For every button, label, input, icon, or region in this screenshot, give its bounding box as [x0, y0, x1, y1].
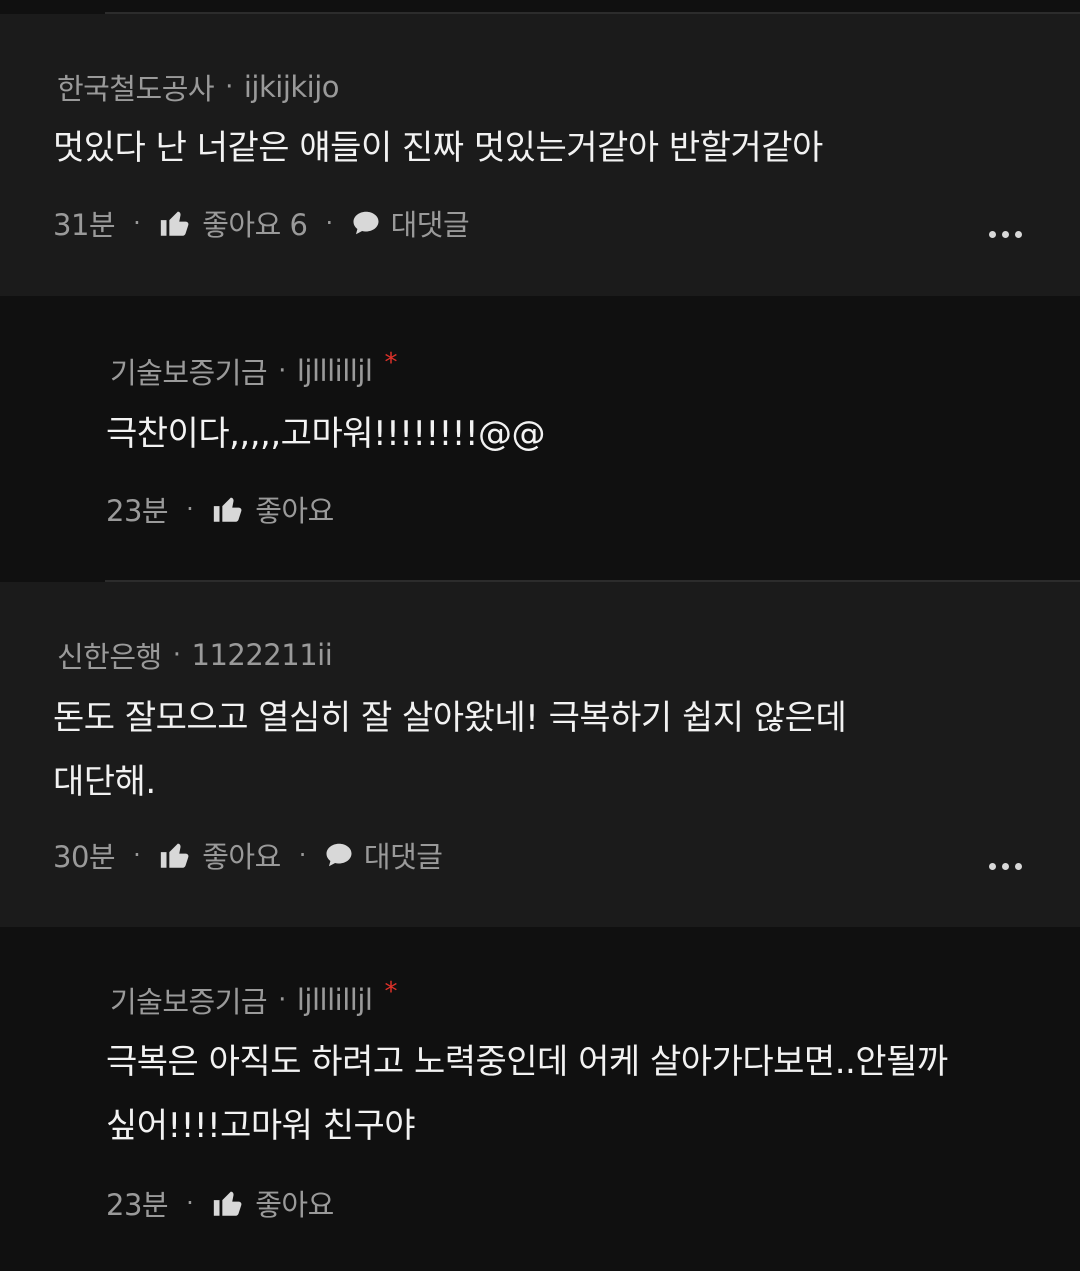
- timestamp: 23분: [106, 494, 169, 528]
- comment-line: 멋있다 난 너같은 얘들이 진짜 멋있는거같아 반할거같아: [53, 128, 823, 168]
- thumbs-up-icon: [158, 838, 192, 872]
- author-username[interactable]: ljlllilljl: [297, 354, 373, 388]
- comment-line: 싶어!!!!고마워 친구야: [106, 1106, 416, 1146]
- separator-dot: ·: [225, 72, 233, 102]
- comment-text: 멋있다 난 너같은 얘들이 진짜 멋있는거같아 반할거같아: [53, 116, 823, 180]
- author-name[interactable]: 한국철도공사: [57, 66, 215, 108]
- comment-item: 신한은행 · 1122211ii 돈도 잘모으고 열심히 잘 살아왔네! 극복하…: [0, 582, 1080, 927]
- author-mark: *: [384, 348, 397, 378]
- thumbs-up-icon: [211, 1186, 245, 1220]
- like-button[interactable]: 좋아요: [158, 834, 281, 876]
- thumbs-up-icon: [158, 206, 192, 240]
- separator-dot: ·: [133, 209, 141, 237]
- timestamp: 31분: [53, 208, 116, 242]
- author-name[interactable]: 신한은행: [57, 634, 162, 676]
- separator-dot: ·: [186, 495, 194, 523]
- like-label: 좋아요: [255, 494, 334, 528]
- comment-header: 기술보증기금 · ljlllilljl *: [110, 977, 397, 1021]
- reply-button[interactable]: 대댓글: [324, 834, 443, 876]
- separator-dot: ·: [186, 1189, 194, 1217]
- timestamp: 23분: [106, 1188, 169, 1222]
- author-username[interactable]: ijkijkijo: [244, 70, 340, 104]
- comment-line: 돈도 잘모으고 열심히 잘 살아왔네! 극복하기 쉽지 않은데: [53, 698, 847, 738]
- separator-dot: ·: [325, 209, 333, 237]
- author-name[interactable]: 기술보증기금: [110, 979, 268, 1021]
- separator-dot: ·: [278, 356, 286, 386]
- comment-item: 한국철도공사 · ijkijkijo 멋있다 난 너같은 얘들이 진짜 멋있는거…: [0, 14, 1080, 296]
- comment-text: 극복은 아직도 하려고 노력중인데 어케 살아가다보면..안될까 싶어!!!!고…: [106, 1030, 948, 1158]
- author-username[interactable]: 1122211ii: [192, 638, 333, 672]
- more-horizontal-icon: [989, 863, 996, 870]
- like-label: 좋아요: [255, 1188, 334, 1222]
- comment-line: 대단해.: [53, 762, 156, 802]
- like-button[interactable]: 좋아요 6: [158, 202, 308, 244]
- like-label: 좋아요: [202, 840, 281, 874]
- like-label: 좋아요 6: [202, 208, 308, 242]
- like-button[interactable]: 좋아요: [211, 1182, 334, 1224]
- comment-text: 극찬이다,,,,,고마워!!!!!!!!@@: [106, 402, 546, 466]
- reply-label: 대댓글: [363, 840, 443, 874]
- speech-bubble-icon: [324, 840, 354, 870]
- separator-dot: ·: [298, 841, 307, 869]
- like-button[interactable]: 좋아요: [211, 488, 334, 530]
- comment-actions: 30분 · 좋아요 · 대댓글: [53, 834, 443, 876]
- comment-actions: 23분 · 좋아요: [106, 488, 334, 530]
- more-options-button[interactable]: [989, 231, 1022, 238]
- reply-label: 대댓글: [390, 208, 470, 242]
- comment-actions: 31분 · 좋아요 6 · 대댓글: [53, 202, 470, 244]
- speech-bubble-icon: [351, 208, 381, 238]
- author-username[interactable]: ljlllilljl: [297, 983, 373, 1017]
- reply-item: 기술보증기금 · ljlllilljl * 극찬이다,,,,,고마워!!!!!!…: [0, 298, 1080, 580]
- comment-line: 극복은 아직도 하려고 노력중인데 어케 살아가다보면..안될까: [106, 1042, 948, 1082]
- comment-actions: 23분 · 좋아요: [106, 1182, 334, 1224]
- comment-header: 기술보증기금 · ljlllilljl *: [110, 348, 397, 392]
- reply-item: 기술보증기금 · ljlllilljl * 극복은 아직도 하려고 노력중인데 …: [0, 929, 1080, 1271]
- separator-dot: ·: [278, 985, 286, 1015]
- more-horizontal-icon: [989, 231, 996, 238]
- comment-text: 돈도 잘모으고 열심히 잘 살아왔네! 극복하기 쉽지 않은데 대단해.: [53, 686, 847, 814]
- reply-button[interactable]: 대댓글: [351, 202, 470, 244]
- more-options-button[interactable]: [989, 863, 1022, 870]
- separator-dot: ·: [133, 841, 141, 869]
- author-name[interactable]: 기술보증기금: [110, 350, 268, 392]
- comment-header: 신한은행 · 1122211ii: [57, 634, 333, 676]
- timestamp: 30분: [53, 840, 116, 874]
- comment-header: 한국철도공사 · ijkijkijo: [57, 66, 340, 108]
- comment-line: 극찬이다,,,,,고마워!!!!!!!!@@: [106, 414, 546, 454]
- thumbs-up-icon: [211, 492, 245, 526]
- author-mark: *: [384, 977, 397, 1007]
- separator-dot: ·: [172, 640, 181, 670]
